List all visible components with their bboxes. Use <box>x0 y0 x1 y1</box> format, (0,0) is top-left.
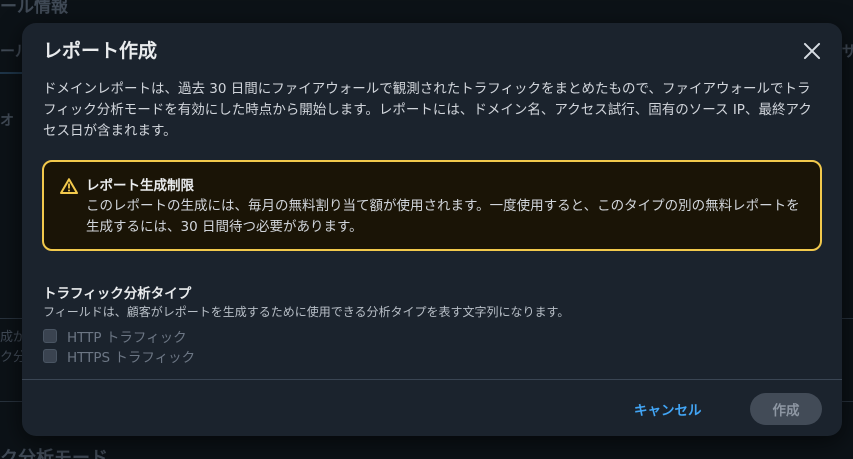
close-icon[interactable] <box>800 39 824 63</box>
create-button[interactable]: 作成 <box>750 393 822 425</box>
checkbox-http-row[interactable]: HTTP トラフィック <box>43 326 823 346</box>
field-label: トラフィック分析タイプ <box>43 286 192 302</box>
checkbox-https[interactable] <box>43 349 57 363</box>
alert-body: このレポートの生成には、毎月の無料割り当て額が使用されます。一度使用すると、この… <box>86 198 800 235</box>
checkbox-http[interactable] <box>43 329 57 343</box>
warning-icon <box>60 178 78 194</box>
warning-alert: レポート生成制限 このレポートの生成には、毎月の無料割り当て額が使用されます。一… <box>42 160 822 251</box>
modal-title: レポート作成 <box>43 40 158 62</box>
checkbox-http-label: HTTP トラフィック <box>67 330 187 346</box>
modal-description: ドメインレポートは、過去 30 日間にファイアウォールで観測されたトラフィックを… <box>43 81 812 139</box>
footer-divider <box>22 379 842 380</box>
traffic-analysis-type-field: トラフィック分析タイプ フィールドは、顧客がレポートを生成するために使用できる分… <box>43 285 823 366</box>
alert-title: レポート生成制限 <box>86 178 194 194</box>
field-description: フィールドは、顧客がレポートを生成するために使用できる分析タイプを表す文字列にな… <box>43 305 570 319</box>
checkbox-group: HTTP トラフィック HTTPS トラフィック <box>43 326 823 366</box>
cancel-button[interactable]: キャンセル <box>622 393 714 425</box>
modal-header: レポート作成 <box>43 37 824 67</box>
checkbox-https-label: HTTPS トラフィック <box>67 350 196 366</box>
create-report-modal: レポート作成 ドメインレポートは、過去 30 日間にファイアウォールで観測された… <box>22 23 842 436</box>
checkbox-https-row[interactable]: HTTPS トラフィック <box>43 346 823 366</box>
